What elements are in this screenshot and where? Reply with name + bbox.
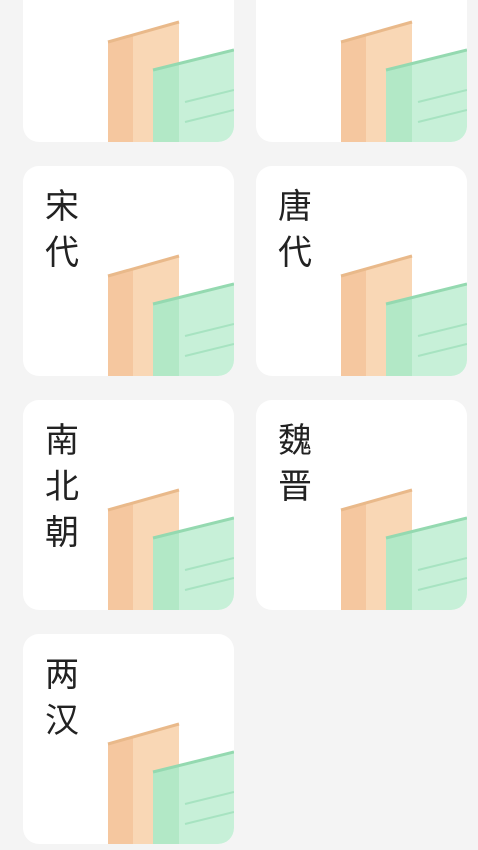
category-label: 魏晋 — [278, 421, 312, 507]
books-illustration — [107, 722, 234, 844]
category-card-6[interactable]: 魏晋 — [256, 400, 467, 610]
category-card-7[interactable]: 两汉 — [23, 634, 234, 844]
category-card-4[interactable]: 唐代 — [256, 166, 467, 376]
category-label: 南北朝 — [45, 421, 79, 553]
books-illustration — [340, 20, 467, 142]
category-card-1[interactable]: 代 — [23, 0, 234, 142]
books-illustration — [340, 254, 467, 376]
books-illustration — [340, 488, 467, 610]
books-illustration — [107, 254, 234, 376]
category-label: 唐代 — [278, 187, 312, 273]
category-card-3[interactable]: 宋代 — [23, 166, 234, 376]
books-illustration — [107, 20, 234, 142]
category-card-5[interactable]: 南北朝 — [23, 400, 234, 610]
category-label: 宋代 — [45, 187, 79, 273]
books-illustration — [107, 488, 234, 610]
category-card-2[interactable]: 朝 — [256, 0, 467, 142]
category-label: 两汉 — [45, 655, 79, 741]
